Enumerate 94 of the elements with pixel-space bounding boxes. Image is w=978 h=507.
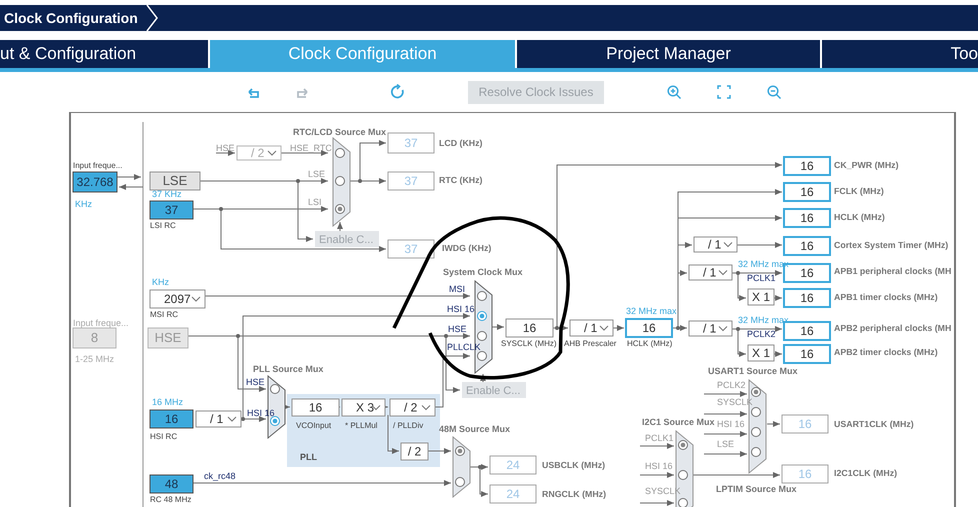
pll-label: PLL xyxy=(300,452,317,462)
clock-output-field: 16 xyxy=(783,344,831,364)
tab[interactable]: ut & Configuration xyxy=(0,40,208,68)
frequency-hint: KHz xyxy=(75,199,92,209)
frequency-hint: 16 MHz xyxy=(152,397,184,407)
caption-label: Input freque... xyxy=(73,318,129,328)
clock-label: CK_PWR (MHz) xyxy=(834,160,899,170)
prescaler-dropdown[interactable]: / 1 xyxy=(688,264,732,280)
signal-label: HSE xyxy=(216,143,235,153)
signal-label: LSI xyxy=(308,197,322,207)
caption-label: VCOInput xyxy=(296,421,332,430)
signal-label: HSI 16 xyxy=(645,461,673,471)
frequency-field: 24 xyxy=(490,456,536,474)
signal-label: HSI 16 xyxy=(717,419,745,429)
frequency-field[interactable]: 37 xyxy=(150,200,194,220)
clock-label: IWDG (KHz) xyxy=(442,243,492,253)
prescaler-dropdown[interactable]: X 3 xyxy=(342,398,386,416)
clock-label: RTC (KHz) xyxy=(439,175,482,185)
caption-label: LSI RC xyxy=(150,221,176,230)
frequency-field: X 1 xyxy=(748,288,774,306)
caption-label: MSI RC xyxy=(150,310,178,319)
oscillator-block: LSE xyxy=(150,172,200,190)
clock-label: RNGCLK (MHz) xyxy=(542,489,606,499)
prescaler-dropdown[interactable]: / 1 xyxy=(694,236,738,252)
frequency-hint: KHz xyxy=(152,277,170,287)
signal-label: PCLK2 xyxy=(747,329,776,339)
frequency-hint: 32 MHz max xyxy=(626,306,677,316)
prescaler-dropdown[interactable]: 2097 xyxy=(150,290,206,308)
clock-output-field: 16 xyxy=(783,156,831,176)
frequency-field: 24 xyxy=(490,484,536,504)
caption-label: SYSCLK (MHz) xyxy=(501,339,557,348)
frequency-field[interactable]: 48 xyxy=(150,474,194,494)
signal-label: HSE_RTC xyxy=(290,143,332,153)
prescaler-dropdown[interactable]: / 1 xyxy=(688,320,732,336)
clock-output-field: 16 xyxy=(783,182,831,202)
frequency-field: 37 xyxy=(388,240,434,258)
clock-label: APB1 peripheral clocks (MH xyxy=(834,266,952,276)
mux-title: 48M Source Mux xyxy=(439,424,510,434)
caption-label: HSI RC xyxy=(150,432,178,441)
caption-label: / PLLDiv xyxy=(393,421,424,430)
tab[interactable]: Project Manager xyxy=(517,40,820,68)
clock-label: APB1 timer clocks (MHz) xyxy=(834,292,938,302)
clock-label: APB2 peripheral clocks (MH xyxy=(834,323,952,333)
mux-title: USART1 Source Mux xyxy=(708,366,798,376)
caption-label: AHB Prescaler xyxy=(564,339,616,348)
caption-label: Input freque... xyxy=(73,161,122,170)
frequency-field[interactable]: 32.768 xyxy=(72,172,118,192)
frequency-field: 37 xyxy=(388,132,434,154)
signal-label: HSE xyxy=(246,377,265,387)
breadcrumb[interactable]: Clock Configuration xyxy=(0,10,138,26)
caption-label: RC 48 MHz xyxy=(150,495,192,504)
prescaler-dropdown[interactable]: / 1 xyxy=(196,410,242,428)
signal-label: HSE xyxy=(448,324,467,334)
mux-title: PLL Source Mux xyxy=(253,364,324,374)
mux-title: I2C1 Source Mux xyxy=(642,417,715,427)
clock-output-field: 16 xyxy=(783,321,831,341)
frequency-field: 16 xyxy=(782,414,828,434)
caption-label: * PLLMul xyxy=(345,421,378,430)
mux-title: RTC/LCD Source Mux xyxy=(293,127,386,137)
clock-output-field: 16 xyxy=(783,208,831,228)
signal-label: PCLK2 xyxy=(717,380,746,390)
clock-label: Cortex System Timer (MHz) xyxy=(834,240,948,250)
tab[interactable]: Too xyxy=(822,40,978,68)
frequency-field[interactable]: 16 xyxy=(150,410,194,428)
frequency-field: 16 xyxy=(782,464,828,484)
frequency-field: 37 xyxy=(388,172,434,190)
clock-label: APB2 timer clocks (MHz) xyxy=(834,347,938,357)
frequency-field: 16 xyxy=(292,398,340,416)
signal-label: MSI xyxy=(449,284,466,294)
signal-label: PCLK1 xyxy=(747,273,776,283)
clock-label: USART1CLK (MHz) xyxy=(834,419,914,429)
signal-label: ck_rc48 xyxy=(204,471,236,481)
signal-label: LSE xyxy=(717,439,734,449)
frequency-field: / 2 xyxy=(400,442,428,460)
clock-output-field: 16 xyxy=(783,288,831,308)
mux-title: System Clock Mux xyxy=(443,267,523,277)
frequency-hint: 37 KHz xyxy=(152,189,182,199)
clock-output-field: 16 xyxy=(625,318,673,338)
caption-label: 1-25 MHz xyxy=(75,354,114,364)
clock-output-field: 16 xyxy=(783,236,831,256)
clock-label: FCLK (MHz) xyxy=(834,186,884,196)
prescaler-dropdown[interactable]: / 2 xyxy=(390,398,436,416)
signal-label: PCLK1 xyxy=(645,433,674,443)
frequency-field: X 1 xyxy=(748,344,774,362)
signal-label: LSE xyxy=(308,169,326,179)
prescaler-dropdown[interactable]: / 1 xyxy=(570,320,614,336)
signal-label: HSI 16 xyxy=(447,304,475,314)
clock-label: HCLK (MHz) xyxy=(834,212,885,222)
caption-label: HCLK (MHz) xyxy=(627,339,672,348)
frequency-field: 16 xyxy=(506,318,554,338)
mux-title: LPTIM Source Mux xyxy=(716,484,797,494)
clock-label: LCD (KHz) xyxy=(439,138,482,148)
clock-label: USBCLK (MHz) xyxy=(542,460,606,470)
clock-label: I2C1CLK (MHz) xyxy=(834,468,898,478)
